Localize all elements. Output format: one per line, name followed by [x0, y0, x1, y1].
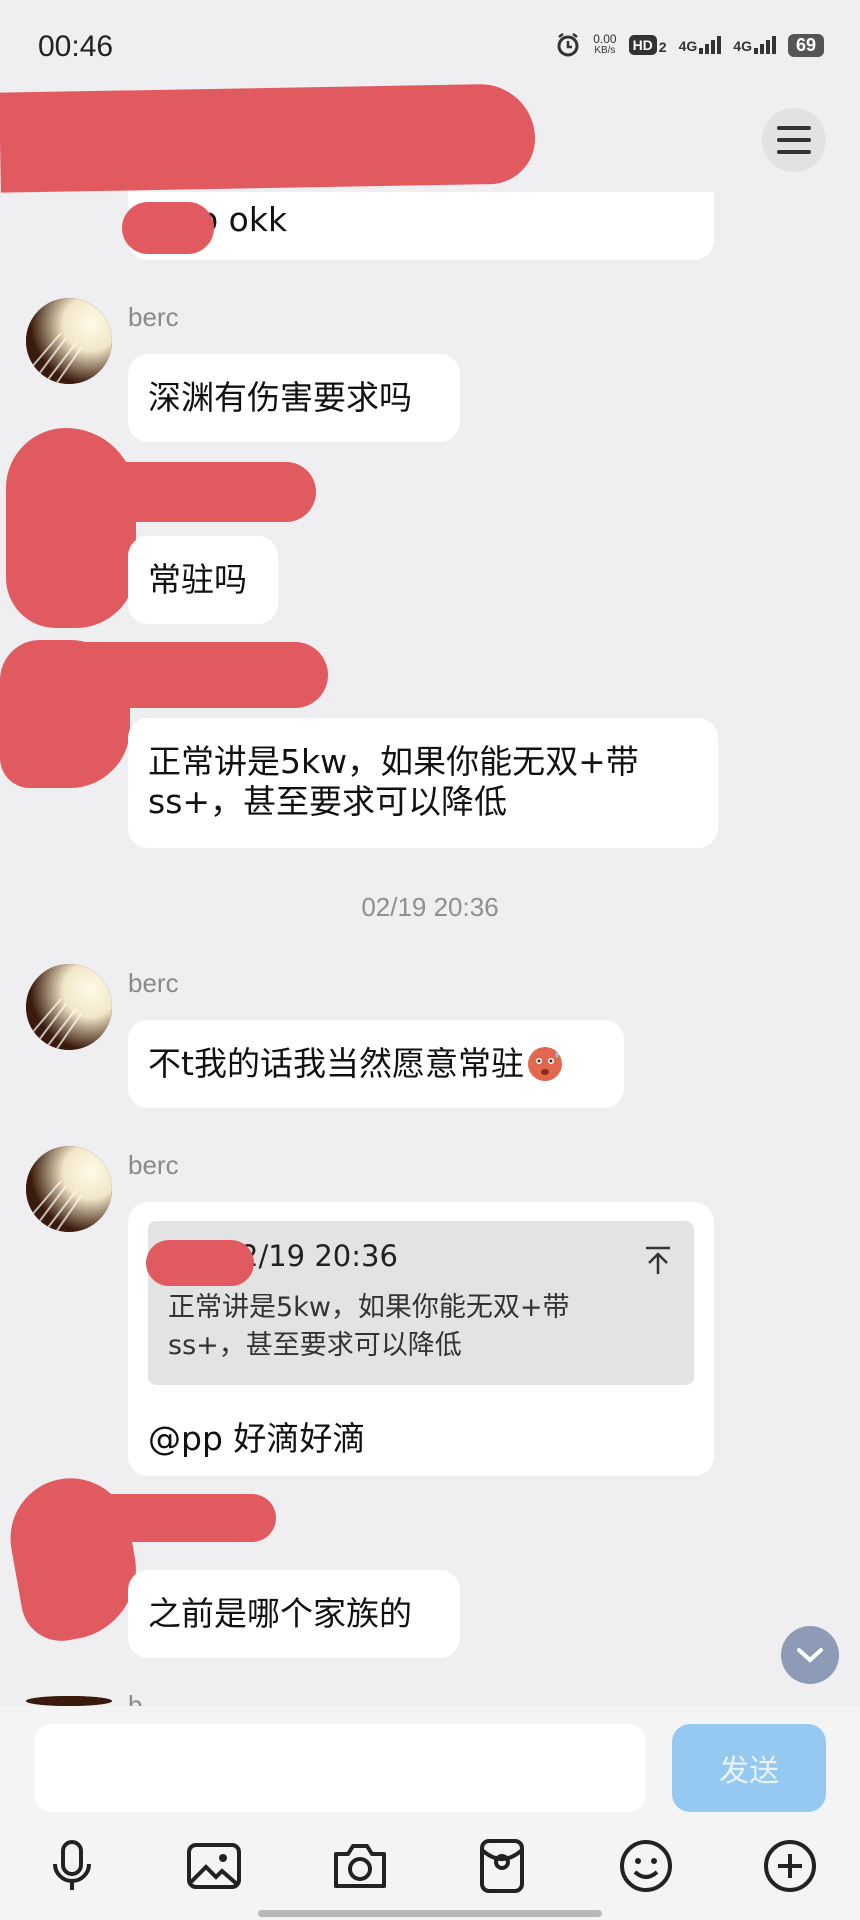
message-text: 之前是哪个家族的: [148, 1594, 412, 1633]
status-time: 00:46: [38, 30, 114, 63]
signal-icon: [753, 36, 776, 54]
message-bubble[interactable]: 不t我的话我当然愿意常驻: [128, 1020, 624, 1108]
message-text: @pp 好滴好滴: [148, 1419, 366, 1458]
message-text: 深渊有伤害要求吗: [148, 378, 412, 417]
menu-icon: [777, 126, 811, 130]
message-bubble[interactable]: 常驻吗: [128, 536, 278, 624]
message-bubble[interactable]: 正常讲是5kw，如果你能无双+带ss+，甚至要求可以降低: [128, 718, 718, 848]
message-input[interactable]: [34, 1724, 646, 1812]
hd-indicator: HD 2: [628, 35, 667, 55]
message-bubble-prev[interactable]: o okk: [128, 192, 714, 260]
sender-name: berc: [128, 1150, 179, 1180]
redaction-mark: [122, 202, 214, 254]
home-indicator[interactable]: [258, 1910, 602, 1917]
plus-icon[interactable]: [762, 1838, 818, 1894]
message-bubble[interactable]: 之前是哪个家族的: [128, 1570, 460, 1658]
emoji-icon[interactable]: [618, 1838, 674, 1894]
avatar[interactable]: [26, 1696, 112, 1706]
microphone-icon[interactable]: [44, 1838, 100, 1894]
chevron-down-icon: [797, 1648, 823, 1663]
redacted-sender: [40, 642, 328, 708]
battery-indicator: 69: [787, 33, 824, 57]
image-icon[interactable]: [186, 1838, 242, 1894]
alarm-icon: [557, 33, 579, 57]
quote-text: 正常讲是5kw，如果你能无双+带ss+，甚至要求可以降低: [168, 1292, 570, 1361]
message-text: 不t我的话我当然愿意常驻: [148, 1044, 524, 1083]
send-button[interactable]: 发送: [672, 1724, 826, 1812]
quote-time: 2/19 20:36: [240, 1239, 398, 1273]
sender-name: b: [128, 1690, 143, 1706]
scroll-to-bottom-button[interactable]: [781, 1626, 839, 1684]
menu-button[interactable]: [762, 108, 826, 172]
signal-4g-1: 4G: [679, 36, 722, 54]
status-bar: 00:46 0.00 KB/s HD 2 4G 4G 69: [0, 0, 860, 90]
signal-icon: [699, 36, 722, 54]
timestamp: 02/19 20:36: [361, 892, 499, 922]
jump-to-top-icon[interactable]: [644, 1245, 672, 1275]
emoji-sweat-icon: [527, 1047, 562, 1081]
redacted-title: [0, 83, 536, 193]
message-text: 常驻吗: [148, 560, 247, 599]
sender-name: berc: [128, 968, 179, 998]
message-bubble[interactable]: 深渊有伤害要求吗: [128, 354, 460, 442]
avatar[interactable]: [26, 1146, 112, 1232]
message-text: 正常讲是5kw，如果你能无双+带ss+，甚至要求可以降低: [148, 742, 639, 821]
signal-4g-2: 4G: [733, 36, 776, 54]
redacted-sender: [60, 1494, 276, 1542]
red-packet-icon[interactable]: [474, 1838, 530, 1894]
sender-name: berc: [128, 302, 179, 332]
redaction-mark: [146, 1240, 254, 1286]
avatar[interactable]: [26, 298, 112, 384]
redacted-sender: [60, 462, 316, 522]
status-icons: 0.00 KB/s HD 2 4G 4G 69: [555, 32, 824, 58]
camera-icon[interactable]: [332, 1838, 388, 1894]
network-speed: 0.00 KB/s: [593, 32, 617, 56]
avatar[interactable]: [26, 964, 112, 1050]
redacted-avatar: [6, 428, 136, 628]
